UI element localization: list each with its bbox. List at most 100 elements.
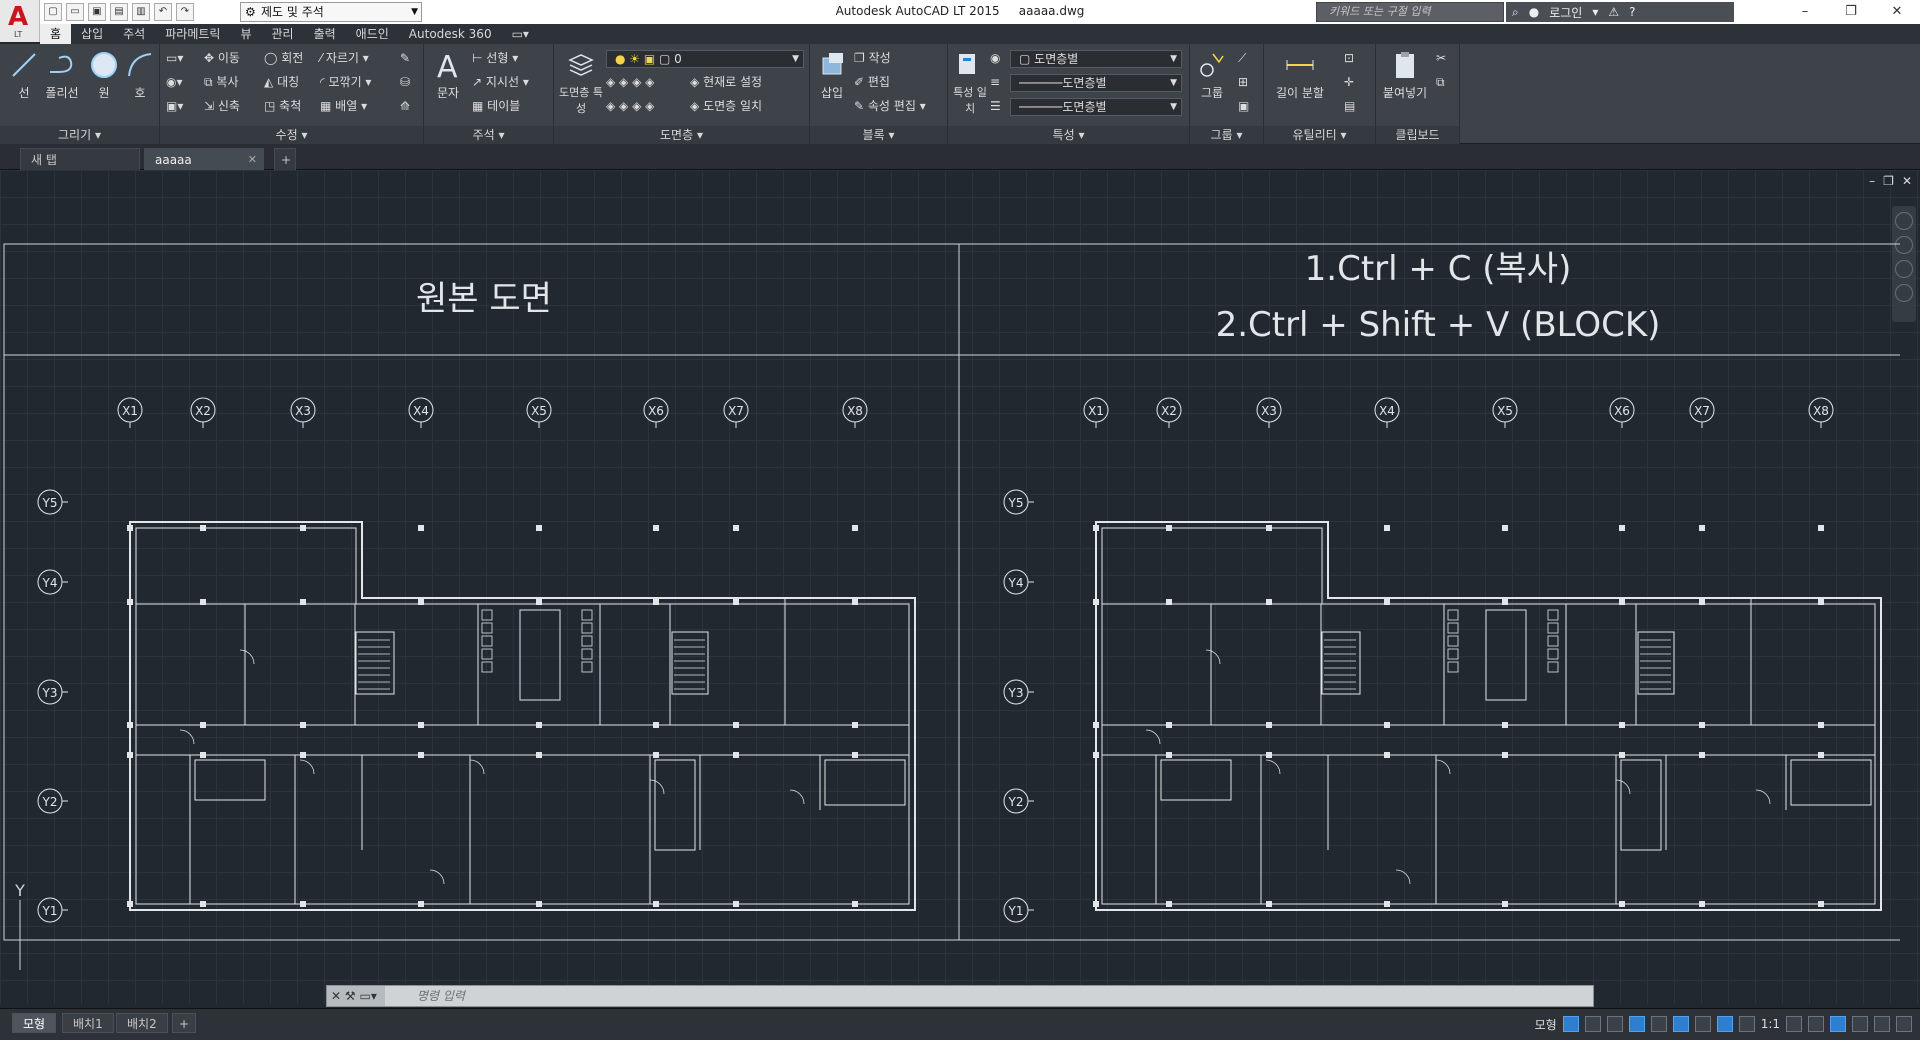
paste-button[interactable]: 붙여넣기 bbox=[1380, 50, 1430, 101]
explode-icon[interactable]: ⛁ bbox=[400, 72, 410, 92]
auto-scale-icon[interactable] bbox=[1738, 1016, 1755, 1032]
quick-select-icon[interactable]: ⊡ bbox=[1344, 48, 1354, 68]
create-block-button[interactable]: ❐ 작성 bbox=[854, 48, 891, 68]
gradient-tool[interactable]: ▣▾ bbox=[166, 96, 183, 116]
layer-properties-button[interactable]: 도면층 특성 bbox=[556, 50, 606, 116]
snap-icon[interactable] bbox=[1584, 1016, 1601, 1032]
open-folder-icon[interactable]: ▭ bbox=[66, 3, 84, 21]
color-wheel-icon[interactable]: ◉ bbox=[990, 48, 1000, 68]
wrench-icon[interactable]: ⚒ bbox=[345, 989, 356, 1003]
login-button[interactable]: 로그인 bbox=[1549, 4, 1582, 21]
erase-icon[interactable]: ✎ bbox=[400, 48, 410, 68]
plus-icon[interactable] bbox=[1808, 1016, 1824, 1032]
hatch-tool[interactable]: ◉▾ bbox=[166, 72, 183, 92]
new-tab-plus-icon[interactable]: + bbox=[274, 148, 296, 170]
layout-tab-2[interactable]: 배치2 bbox=[116, 1013, 168, 1033]
application-menu-button[interactable]: A LT bbox=[0, 0, 40, 42]
ribbon-options-icon[interactable]: ▭▾ bbox=[502, 24, 539, 44]
tab-home[interactable]: 홈 bbox=[40, 24, 72, 44]
save-icon[interactable]: ▣ bbox=[88, 3, 106, 21]
layout-tab-1[interactable]: 배치1 bbox=[62, 1013, 114, 1033]
calculator-icon[interactable]: ▤ bbox=[1344, 96, 1355, 116]
scale-button[interactable]: ◳ 축척 bbox=[264, 96, 301, 116]
annotation-visibility-icon[interactable] bbox=[1716, 1016, 1733, 1032]
layout-tab-model[interactable]: 모형 bbox=[12, 1013, 57, 1033]
tab-annotate[interactable]: 주석 bbox=[113, 24, 155, 44]
tab-insert[interactable]: 삽입 bbox=[71, 24, 113, 44]
annotation-scale[interactable]: 1:1 bbox=[1761, 1017, 1780, 1031]
offset-icon[interactable]: ⟰ bbox=[400, 96, 410, 116]
linetype-icon[interactable]: ≡ bbox=[990, 72, 1000, 92]
help-icon[interactable]: ? bbox=[1629, 5, 1635, 19]
rotate-button[interactable]: ◯ 회전 bbox=[264, 48, 303, 68]
utilities-panel-title[interactable]: 유틸리티 ▾ bbox=[1264, 126, 1375, 144]
set-current-button[interactable]: ◈ 현재로 설정 bbox=[690, 72, 762, 92]
circle-button[interactable]: 원 bbox=[84, 50, 124, 101]
layer-tools-row2[interactable]: ◈ ◈ ◈ ◈ bbox=[606, 96, 654, 116]
ortho-icon[interactable] bbox=[1606, 1016, 1623, 1032]
mirror-button[interactable]: ◭ 대칭 bbox=[264, 72, 299, 92]
edit-block-button[interactable]: ✐ 편집 bbox=[854, 72, 890, 92]
search-input[interactable]: 키워드 또는 구절 입력 bbox=[1316, 2, 1504, 22]
tab-parametric[interactable]: 파라메트릭 bbox=[155, 24, 230, 44]
linetype-dropdown[interactable]: ──────도면층별 ▼ bbox=[1010, 74, 1182, 92]
redo-icon[interactable]: ↷ bbox=[176, 3, 194, 21]
lineweight-icon[interactable]: ☰ bbox=[990, 96, 1001, 116]
groups-panel-title[interactable]: 그룹 ▾ bbox=[1190, 126, 1263, 144]
user-icon[interactable]: ● bbox=[1529, 5, 1539, 19]
tab-addins[interactable]: 애드인 bbox=[346, 24, 399, 44]
close-tab-icon[interactable]: ✕ bbox=[248, 149, 257, 171]
tab-output[interactable]: 출력 bbox=[304, 24, 346, 44]
tab-view[interactable]: 뷰 bbox=[230, 24, 261, 44]
binoculars-icon[interactable]: ⌕ bbox=[1512, 5, 1519, 20]
otrack-icon[interactable] bbox=[1672, 1016, 1689, 1032]
line-button[interactable]: 선 bbox=[4, 50, 44, 101]
file-tab-new[interactable]: 새 탭 bbox=[20, 148, 140, 170]
stretch-button[interactable]: ⇲ 신축 bbox=[204, 96, 240, 116]
save-as-icon[interactable]: ▤ bbox=[110, 3, 128, 21]
arc-button[interactable]: 호 bbox=[120, 50, 160, 101]
workspace-dropdown[interactable]: ⚙ 제도 및 주석 ▼ bbox=[240, 2, 422, 22]
group-selection-icon[interactable]: ▣ bbox=[1238, 96, 1249, 116]
command-input[interactable]: 명령 입력 bbox=[417, 986, 465, 1006]
id-point-icon[interactable]: ✛ bbox=[1344, 72, 1354, 92]
insert-block-button[interactable]: 삽입 bbox=[812, 50, 852, 101]
draw-panel-title[interactable]: 그리기 ▾ bbox=[0, 126, 159, 144]
move-button[interactable]: ✥ 이동 bbox=[204, 48, 240, 68]
polar-icon[interactable] bbox=[1628, 1016, 1645, 1032]
block-panel-title[interactable]: 블록 ▾ bbox=[810, 126, 947, 144]
match-properties-button[interactable]: 특성 일치 bbox=[950, 50, 990, 116]
model-space-button[interactable]: 모형 bbox=[1535, 1016, 1557, 1033]
close-icon[interactable]: ✕ bbox=[1874, 0, 1920, 24]
workspace-gear-icon[interactable] bbox=[1786, 1016, 1802, 1032]
layer-tools-row1[interactable]: ◈ ◈ ◈ ◈ bbox=[606, 72, 654, 92]
tab-manage[interactable]: 관리 bbox=[261, 24, 303, 44]
undo-icon[interactable]: ↶ bbox=[154, 3, 172, 21]
new-file-icon[interactable]: ▢ bbox=[44, 3, 62, 21]
group-edit-icon[interactable]: ⊞ bbox=[1238, 72, 1248, 92]
color-dropdown[interactable]: ▢ 도면층별 ▼ bbox=[1010, 50, 1182, 68]
layers-panel-title[interactable]: 도면층 ▾ bbox=[554, 126, 809, 144]
array-button[interactable]: ▦ 배열 ▾ bbox=[320, 96, 367, 116]
osnap-icon[interactable] bbox=[1650, 1016, 1667, 1032]
ungroup-icon[interactable]: ⟋ bbox=[1238, 48, 1246, 68]
add-layout-plus-icon[interactable]: + bbox=[172, 1013, 197, 1033]
linear-dimension-button[interactable]: ⊢ 선형 ▾ bbox=[472, 48, 518, 68]
clean-screen-icon[interactable] bbox=[1874, 1016, 1890, 1032]
grid-icon[interactable] bbox=[1562, 1016, 1579, 1032]
measure-button[interactable]: 길이 분할 bbox=[1268, 50, 1332, 101]
match-layer-button[interactable]: ◈ 도면층 일치 bbox=[690, 96, 762, 116]
group-button[interactable]: 그룹 bbox=[1192, 50, 1232, 101]
rectangle-tool[interactable]: ▭▾ bbox=[166, 48, 183, 68]
print-icon[interactable]: ▥ bbox=[132, 3, 150, 21]
command-line[interactable]: ✕ ⚒ ▭▾ 명령 입력 bbox=[326, 985, 1594, 1007]
copy-button[interactable]: ⧉ 복사 bbox=[204, 72, 239, 92]
lineweight-status-icon[interactable] bbox=[1694, 1016, 1711, 1032]
tab-autodesk-360[interactable]: Autodesk 360 bbox=[399, 24, 502, 44]
close-viewport-icon[interactable]: ✕ bbox=[1902, 174, 1912, 188]
isolate-objects-icon[interactable] bbox=[1830, 1016, 1846, 1032]
clipboard-panel-title[interactable]: 클립보드 bbox=[1376, 126, 1459, 144]
properties-panel-title[interactable]: 특성 ▾ bbox=[948, 126, 1189, 144]
trim-button[interactable]: ⁄ 자르기 ▾ bbox=[320, 48, 369, 68]
customize-menu-icon[interactable] bbox=[1896, 1016, 1912, 1032]
